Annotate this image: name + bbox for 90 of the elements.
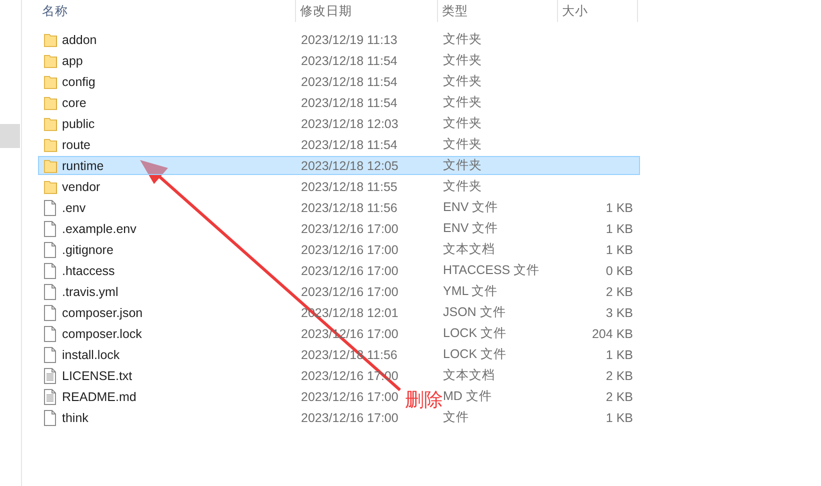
file-name: LICENSE.txt bbox=[62, 368, 132, 382]
file-size: 1 KB bbox=[606, 242, 633, 256]
file-type: 文件夹 bbox=[443, 73, 482, 90]
file-type: 文件夹 bbox=[443, 157, 482, 174]
file-icon bbox=[44, 220, 56, 236]
modified-date: 2023/12/16 17:00 bbox=[301, 242, 398, 256]
file-type: 文本文档 bbox=[443, 241, 495, 258]
file-size: 3 KB bbox=[606, 306, 633, 320]
file-type: LOCK 文件 bbox=[443, 325, 507, 342]
modified-date: 2023/12/19 11:13 bbox=[301, 32, 398, 46]
file-type: 文件夹 bbox=[443, 94, 482, 111]
file-size: 2 KB bbox=[606, 284, 633, 298]
modified-date: 2023/12/18 11:54 bbox=[301, 74, 398, 88]
modified-date: 2023/12/18 11:56 bbox=[301, 200, 398, 214]
file-name: .env bbox=[62, 200, 86, 214]
file-type: 文件夹 bbox=[443, 115, 482, 132]
file-name: route bbox=[62, 138, 90, 152]
file-name: app bbox=[62, 54, 83, 68]
folder-icon bbox=[44, 180, 57, 194]
file-name: .htaccess bbox=[62, 264, 115, 278]
file-name: vendor bbox=[62, 180, 100, 194]
file-type: 文件夹 bbox=[443, 52, 482, 69]
file-name: .travis.yml bbox=[62, 284, 118, 298]
folder-icon bbox=[44, 116, 57, 130]
file-type: 文件夹 bbox=[443, 31, 482, 48]
file-type: 文件夹 bbox=[443, 178, 482, 195]
file-size: 0 KB bbox=[606, 264, 633, 278]
column-header[interactable]: 修改日期 bbox=[296, 0, 438, 22]
column-header[interactable]: 大小 bbox=[558, 0, 638, 22]
file-icon bbox=[44, 284, 56, 300]
modified-date: 2023/12/18 11:54 bbox=[301, 138, 398, 152]
modified-date: 2023/12/18 11:54 bbox=[301, 54, 398, 68]
file-name: think bbox=[62, 410, 88, 424]
modified-date: 2023/12/18 11:54 bbox=[301, 96, 398, 110]
file-icon bbox=[44, 262, 56, 278]
file-icon bbox=[44, 326, 56, 342]
file-size: 204 KB bbox=[592, 326, 633, 340]
folder-icon bbox=[44, 32, 57, 46]
file-icon bbox=[44, 410, 56, 426]
text-file-icon bbox=[44, 368, 56, 384]
file-name: public bbox=[62, 116, 95, 130]
file-name: core bbox=[62, 96, 86, 110]
file-name: config bbox=[62, 74, 96, 88]
folder-icon bbox=[44, 158, 57, 172]
file-type: LOCK 文件 bbox=[443, 346, 507, 363]
file-size: 1 KB bbox=[606, 222, 633, 236]
file-name: README.md bbox=[62, 390, 136, 404]
file-type: 文件夹 bbox=[443, 136, 482, 153]
scrollbar-thumb[interactable] bbox=[0, 124, 20, 148]
annotation-label: 删除 bbox=[405, 388, 443, 413]
modified-date: 2023/12/18 11:55 bbox=[301, 180, 398, 194]
file-name: composer.lock bbox=[62, 326, 142, 340]
file-name: composer.json bbox=[62, 306, 143, 320]
file-size: 2 KB bbox=[606, 368, 633, 382]
folder-icon bbox=[44, 74, 57, 88]
file-size: 1 KB bbox=[606, 200, 633, 214]
folder-icon bbox=[44, 96, 57, 110]
modified-date: 2023/12/18 12:03 bbox=[301, 116, 398, 130]
modified-date: 2023/12/16 17:00 bbox=[301, 284, 398, 298]
file-name: .gitignore bbox=[62, 242, 114, 256]
file-type: JSON 文件 bbox=[443, 304, 506, 321]
column-header[interactable]: 名称 bbox=[38, 0, 296, 22]
file-size: 1 KB bbox=[606, 410, 633, 424]
file-type: HTACCESS 文件 bbox=[443, 262, 540, 279]
folder-icon bbox=[44, 54, 57, 68]
file-type: YML 文件 bbox=[443, 283, 498, 300]
file-icon bbox=[44, 242, 56, 258]
file-type: MD 文件 bbox=[443, 388, 492, 405]
file-name: addon bbox=[62, 32, 97, 46]
selected-row[interactable]: runtime 2023/12/18 12:05 文件夹 bbox=[38, 156, 640, 175]
file-size: 1 KB bbox=[606, 348, 633, 362]
modified-date: 2023/12/16 17:00 bbox=[301, 390, 398, 404]
modified-date: 2023/12/16 17:00 bbox=[301, 264, 398, 278]
file-type: ENV 文件 bbox=[443, 220, 498, 237]
file-icon bbox=[44, 346, 56, 362]
file-type: 文件 bbox=[443, 409, 469, 426]
file-name: install.lock bbox=[62, 348, 120, 362]
file-size: 2 KB bbox=[606, 390, 633, 404]
file-type: 文本文档 bbox=[443, 367, 495, 384]
file-type: ENV 文件 bbox=[443, 199, 498, 216]
folder-icon bbox=[44, 138, 57, 152]
modified-date: 2023/12/16 17:00 bbox=[301, 410, 398, 424]
column-header[interactable]: 类型 bbox=[438, 0, 558, 22]
file-name: .example.env bbox=[62, 222, 136, 236]
modified-date: 2023/12/18 12:05 bbox=[301, 158, 398, 172]
modified-date: 2023/12/16 17:00 bbox=[301, 222, 398, 236]
file-name: runtime bbox=[62, 158, 104, 172]
file-icon bbox=[44, 200, 56, 216]
text-file-icon bbox=[44, 388, 56, 404]
file-icon bbox=[44, 304, 56, 320]
